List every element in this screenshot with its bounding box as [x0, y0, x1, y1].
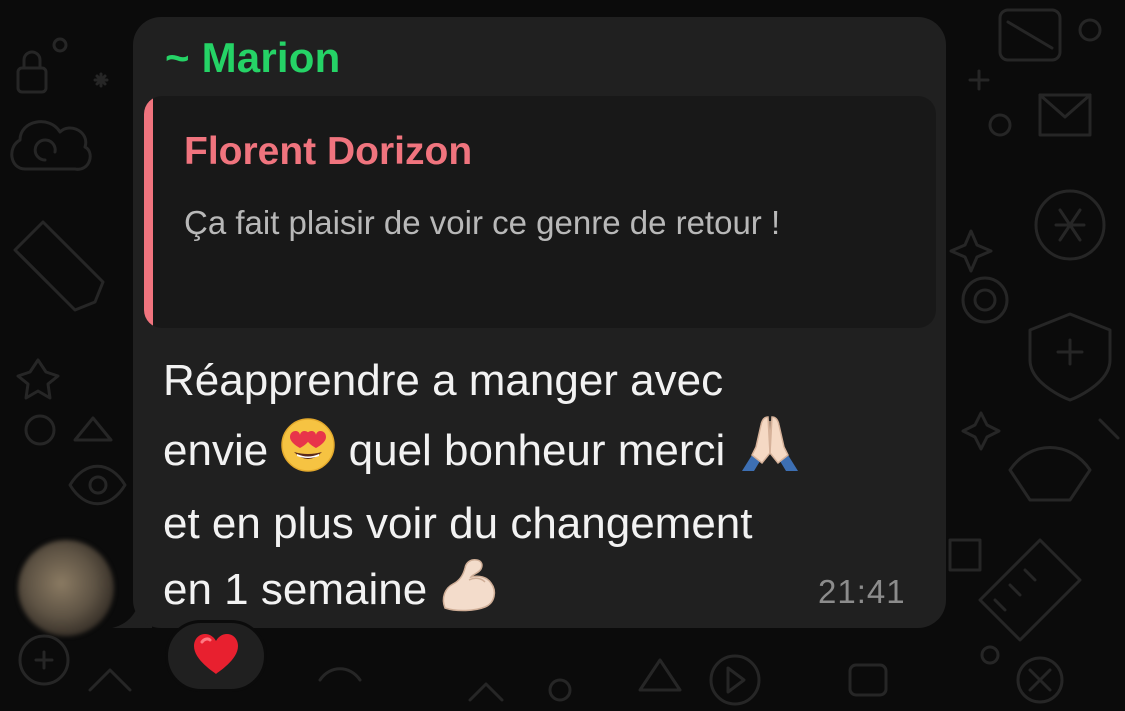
message-line: Réapprendre a manger avec: [163, 356, 724, 405]
sender-avatar[interactable]: [18, 540, 114, 636]
message-timestamp: 21:41: [818, 573, 906, 610]
message-fragment: en 1 semaine: [163, 565, 440, 614]
folded-hands-emoji-icon: [738, 413, 802, 491]
message-body: Réapprendre a manger avec envie quel bon…: [163, 348, 923, 630]
quoted-message[interactable]: Florent Dorizon Ça fait plaisir de voir …: [144, 96, 936, 328]
red-heart-emoji-icon: [192, 632, 240, 681]
flexed-biceps-emoji-icon: [439, 556, 499, 630]
message-fragment: envie: [163, 426, 281, 475]
heart-eyes-emoji-icon: [280, 417, 336, 491]
message-fragment: quel bonheur merci: [336, 426, 738, 475]
quote-accent-bar: [144, 96, 153, 328]
chat-background: ~ Marion Florent Dorizon Ça fait plaisir…: [0, 0, 1125, 711]
sender-name[interactable]: ~ Marion: [165, 34, 340, 82]
message-line: et en plus voir du changement: [163, 499, 753, 548]
message-line: en 1 semaine: [163, 556, 923, 630]
quoted-author: Florent Dorizon: [184, 130, 473, 173]
message-line: envie quel bonheur merci: [163, 413, 923, 491]
reaction-pill[interactable]: [165, 620, 267, 692]
quoted-text: Ça fait plaisir de voir ce genre de reto…: [184, 204, 781, 241]
